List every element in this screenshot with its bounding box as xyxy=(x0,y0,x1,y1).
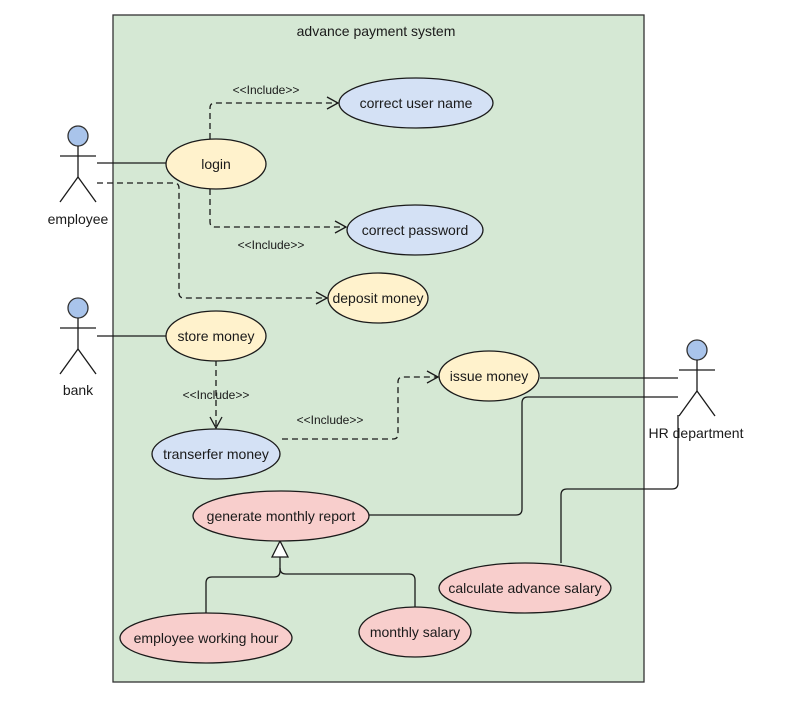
svg-text:transerfer money: transerfer money xyxy=(163,446,269,462)
actor-bank[interactable]: bank xyxy=(59,297,97,398)
usecase-store-money[interactable]: store money xyxy=(165,310,267,362)
actor-label-employee: employee xyxy=(48,211,109,227)
svg-text:calculate advance salary: calculate advance salary xyxy=(448,580,601,596)
usecase-correct-user-name[interactable]: correct user name xyxy=(338,77,494,129)
include-label-transfer: <<Include>> xyxy=(183,388,250,402)
actor-head-icon xyxy=(686,339,708,361)
usecase-issue-money[interactable]: issue money xyxy=(438,350,540,402)
usecase-calculate-advance-salary[interactable]: calculate advance salary xyxy=(438,562,612,614)
svg-text:issue money: issue money xyxy=(450,368,529,384)
usecase-transfer-money[interactable]: transerfer money xyxy=(151,428,281,480)
usecase-employee-working-hour[interactable]: employee working hour xyxy=(119,612,293,664)
usecase-generate-monthly-report[interactable]: generate monthly report xyxy=(192,490,370,542)
usecase-deposit-money[interactable]: deposit money xyxy=(327,272,429,324)
actor-head-icon xyxy=(67,125,89,147)
svg-text:store money: store money xyxy=(177,328,254,344)
actor-employee[interactable]: employee xyxy=(48,125,109,227)
use-case-diagram: advance payment system <<Include>> <<Inc… xyxy=(48,14,744,683)
include-label-password: <<Include>> xyxy=(238,238,305,252)
usecase-monthly-salary[interactable]: monthly salary xyxy=(358,606,472,658)
actor-hr-department[interactable]: HR department xyxy=(649,339,744,441)
svg-text:correct user name: correct user name xyxy=(360,95,473,111)
svg-text:generate monthly report: generate monthly report xyxy=(207,508,356,524)
actor-head-icon xyxy=(67,297,89,319)
actor-label-hr: HR department xyxy=(649,425,744,441)
actor-label-bank: bank xyxy=(63,382,94,398)
usecase-login[interactable]: login xyxy=(165,138,267,190)
include-label-issue: <<Include>> xyxy=(297,413,364,427)
svg-text:employee working hour: employee working hour xyxy=(134,630,279,646)
usecase-correct-password[interactable]: correct password xyxy=(346,204,484,256)
include-label-username: <<Include>> xyxy=(233,83,300,97)
system-title: advance payment system xyxy=(297,23,456,39)
svg-text:correct password: correct password xyxy=(362,222,469,238)
svg-text:login: login xyxy=(201,156,231,172)
svg-text:monthly salary: monthly salary xyxy=(370,624,460,640)
svg-text:deposit money: deposit money xyxy=(332,290,423,306)
